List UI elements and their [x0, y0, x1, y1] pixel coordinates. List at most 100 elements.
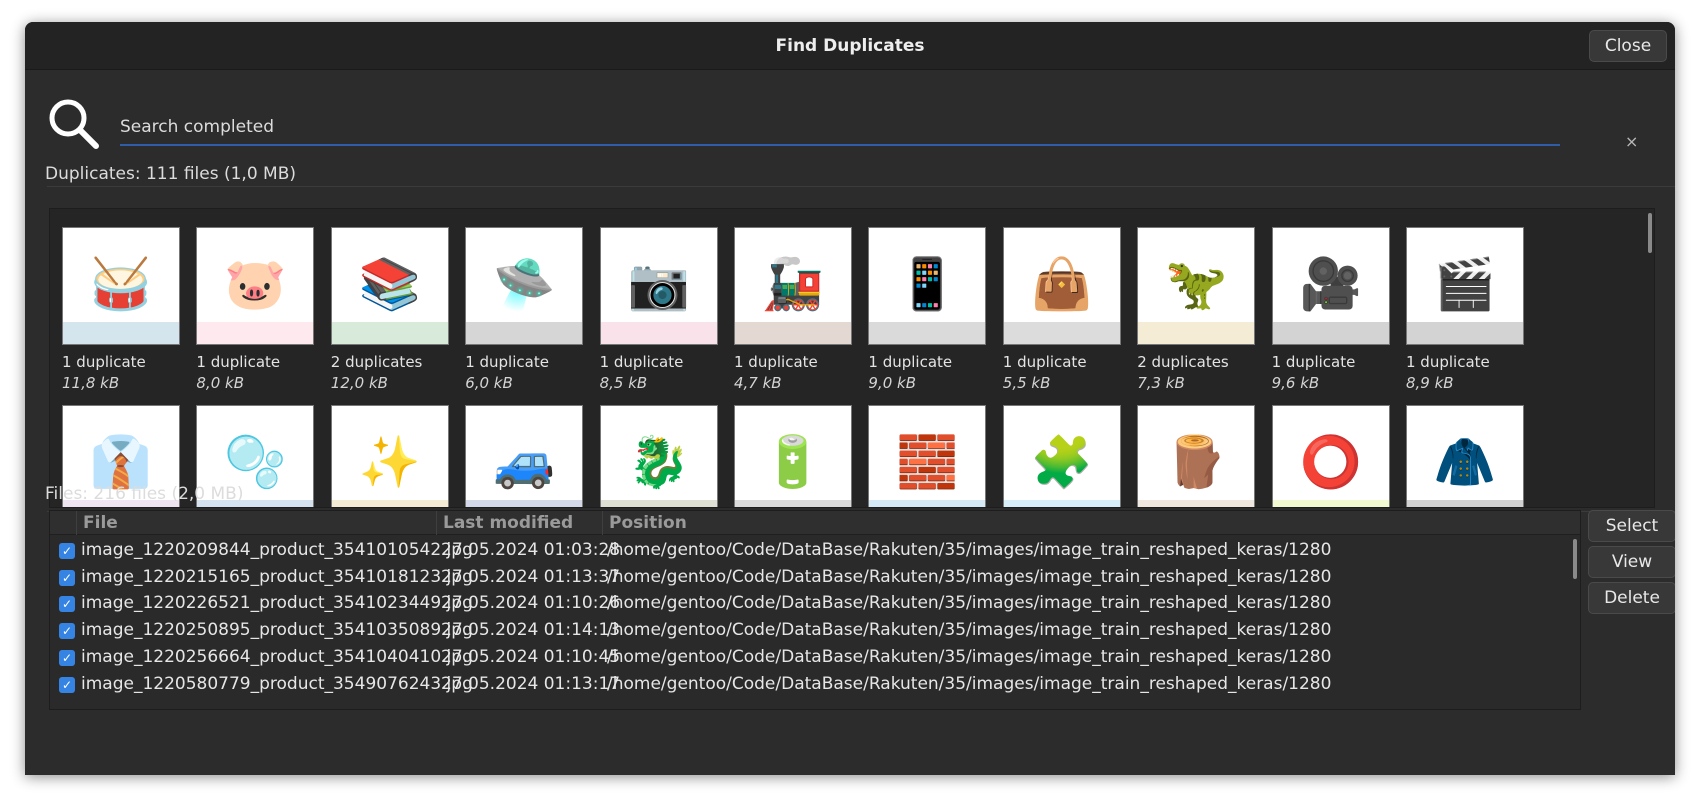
thumbnail-glyph: 🧩 [1030, 433, 1093, 491]
table-row[interactable]: ✓ image_1220226521_product_3541023449.jpg… [50, 589, 1580, 618]
duplicate-item[interactable]: 🚙 [465, 405, 585, 507]
thumbnail-glyph: 🚂 [761, 255, 825, 313]
duplicate-item[interactable]: 📱 1 duplicate 9,0 kB [868, 227, 988, 392]
position-cell: /home/gentoo/Code/DataBase/Rakuten/35/im… [607, 593, 1332, 614]
table-row[interactable]: ✓ image_1220580779_product_3549076243.jpg… [50, 670, 1580, 699]
files-summary: Files: 216 files (2,0 MB) [45, 484, 244, 504]
duplicate-item[interactable]: 🎬 1 duplicate 8,9 kB [1406, 227, 1526, 392]
thumbnail-glyph: 🎬 [1433, 255, 1497, 313]
duplicate-item[interactable]: 🎥 1 duplicate 9,6 kB [1271, 227, 1392, 392]
thumbnail-image[interactable]: 📷 [599, 227, 718, 345]
row-checkbox[interactable]: ✓ [59, 569, 75, 586]
find-duplicates-dialog: Find Duplicates Close Search completed ×… [25, 22, 1675, 775]
duplicate-item[interactable]: ⭕ [1271, 405, 1392, 507]
duplicate-item[interactable]: 🚂 1 duplicate 4,7 kB [734, 227, 854, 392]
table-row[interactable]: ✓ image_1220209844_product_3541010542.jpg… [50, 536, 1580, 565]
thumbnail-glyph: 📚 [358, 255, 421, 313]
last-modified-cell: 27.05.2024 01:13:17 [441, 673, 621, 694]
thumbnail-image[interactable]: 📱 [868, 227, 987, 345]
table-row[interactable]: ✓ image_1220256664_product_3541040410.jpg… [50, 643, 1580, 672]
select-button[interactable]: Select [1588, 510, 1675, 542]
thumbnail-image[interactable]: 🚂 [734, 227, 852, 345]
duplicate-item[interactable]: 📷 1 duplicate 8,5 kB [599, 227, 720, 392]
duplicate-count: 1 duplicate [1002, 353, 1087, 371]
thumbnail-image[interactable]: 🥁 [62, 227, 180, 345]
search-status-text[interactable]: Search completed [120, 117, 274, 137]
duplicate-size: 8,0 kB [196, 374, 244, 392]
dialog-title: Find Duplicates [775, 36, 925, 56]
thumbnail-image[interactable]: ⭕ [1271, 405, 1390, 507]
duplicate-size: 8,9 kB [1406, 374, 1454, 392]
thumbnail-image[interactable]: 👜 [1002, 227, 1121, 345]
column-file[interactable]: File [76, 511, 436, 535]
thumbnail-image[interactable]: 🎬 [1406, 227, 1524, 345]
thumbnail-glyph: 🛸 [493, 255, 556, 313]
last-modified-cell: 27.05.2024 01:14:13 [441, 620, 621, 641]
duplicate-item[interactable]: 🧥 [1406, 405, 1526, 507]
duplicate-item[interactable]: 🧱 [868, 405, 988, 507]
thumbnail-image[interactable]: 🔋 [734, 405, 852, 507]
clear-icon[interactable]: × [1625, 132, 1638, 151]
duplicate-item[interactable]: 🥁 1 duplicate 11,8 kB [62, 227, 182, 392]
thumbnail-image[interactable]: 🦖 [1137, 227, 1256, 345]
file-name-cell: image_1220580779_product_3549076243.jpg [81, 673, 473, 694]
thumbnail-glyph: 📱 [896, 255, 959, 313]
duplicate-item[interactable]: 🔋 [734, 405, 854, 507]
duplicate-item[interactable]: 🪵 [1137, 405, 1257, 507]
thumbnail-image[interactable]: 🧥 [1406, 405, 1524, 507]
duplicate-count: 1 duplicate [1271, 353, 1356, 371]
position-cell: /home/gentoo/Code/DataBase/Rakuten/35/im… [607, 646, 1332, 667]
duplicate-item[interactable]: 👜 1 duplicate 5,5 kB [1002, 227, 1123, 392]
duplicates-grid[interactable]: 🥁 1 duplicate 11,8 kB 🐷 1 duplicate 8,0 kB 📚 2 … [49, 208, 1655, 508]
table-row[interactable]: ✓ image_1220250895_product_3541035089.jpg… [50, 616, 1580, 645]
thumbnail-image[interactable]: 🎥 [1271, 227, 1390, 345]
files-table[interactable]: File Last modified Position ✓ image_12202… [49, 510, 1581, 710]
duplicate-item[interactable]: 🐉 [599, 405, 720, 507]
duplicate-size: 12,0 kB [330, 374, 388, 392]
position-cell: /home/gentoo/Code/DataBase/Rakuten/35/im… [607, 620, 1332, 641]
duplicate-item[interactable]: 🧩 [1002, 405, 1123, 507]
thumbnail-image[interactable]: 🧱 [868, 405, 987, 507]
duplicate-item[interactable]: 🐷 1 duplicate 8,0 kB [196, 227, 316, 392]
duplicate-size: 9,0 kB [868, 374, 916, 392]
thumbnail-image[interactable]: 🐷 [196, 227, 315, 345]
delete-button[interactable]: Delete [1588, 582, 1675, 614]
thumbnail-glyph: ✨ [358, 433, 421, 491]
table-header: File Last modified Position [50, 511, 1580, 535]
row-checkbox[interactable]: ✓ [59, 649, 75, 666]
last-modified-cell: 27.05.2024 01:10:26 [441, 593, 621, 614]
search-progress-line [120, 144, 1560, 146]
duplicate-size: 8,5 kB [599, 374, 648, 392]
thumbnail-glyph: 🥁 [89, 255, 153, 313]
column-last-modified[interactable]: Last modified [436, 511, 602, 535]
duplicate-size: 5,5 kB [1002, 374, 1051, 392]
duplicate-item[interactable]: 🛸 1 duplicate 6,0 kB [465, 227, 585, 392]
thumbnail-image[interactable]: ✨ [330, 405, 449, 507]
row-checkbox[interactable]: ✓ [59, 676, 75, 693]
table-scrollbar[interactable] [1573, 539, 1577, 579]
duplicate-size: 6,0 kB [465, 374, 513, 392]
row-checkbox[interactable]: ✓ [59, 623, 75, 640]
column-position[interactable]: Position [602, 511, 1580, 535]
thumbnail-image[interactable]: 🪵 [1137, 405, 1256, 507]
thumbnail-glyph: 🧱 [896, 433, 959, 491]
view-button[interactable]: View [1588, 546, 1675, 578]
thumbnail-image[interactable]: 🧩 [1002, 405, 1121, 507]
duplicate-item[interactable]: 📚 2 duplicates 12,0 kB [330, 227, 451, 392]
thumbnail-image[interactable]: 🚙 [465, 405, 584, 507]
table-row[interactable]: ✓ image_1220215165_product_3541018123.jpg… [50, 563, 1580, 592]
row-checkbox[interactable]: ✓ [59, 596, 75, 613]
row-checkbox[interactable]: ✓ [59, 543, 75, 559]
position-cell: /home/gentoo/Code/DataBase/Rakuten/35/im… [607, 540, 1332, 560]
duplicate-item[interactable]: 🦖 2 duplicates 7,3 kB [1137, 227, 1257, 392]
duplicate-size: 9,6 kB [1271, 374, 1320, 392]
close-button[interactable]: Close [1589, 30, 1667, 62]
grid-scrollbar[interactable] [1648, 213, 1652, 253]
thumbnail-image[interactable]: 🛸 [465, 227, 584, 345]
thumbnail-image[interactable]: 📚 [330, 227, 449, 345]
thumbnail-image[interactable]: 🐉 [599, 405, 718, 507]
duplicate-count: 2 duplicates [1137, 353, 1229, 371]
duplicate-count: 2 duplicates [330, 353, 423, 371]
duplicate-item[interactable]: ✨ [330, 405, 451, 507]
file-name-cell: image_1220256664_product_3541040410.jpg [81, 646, 473, 667]
